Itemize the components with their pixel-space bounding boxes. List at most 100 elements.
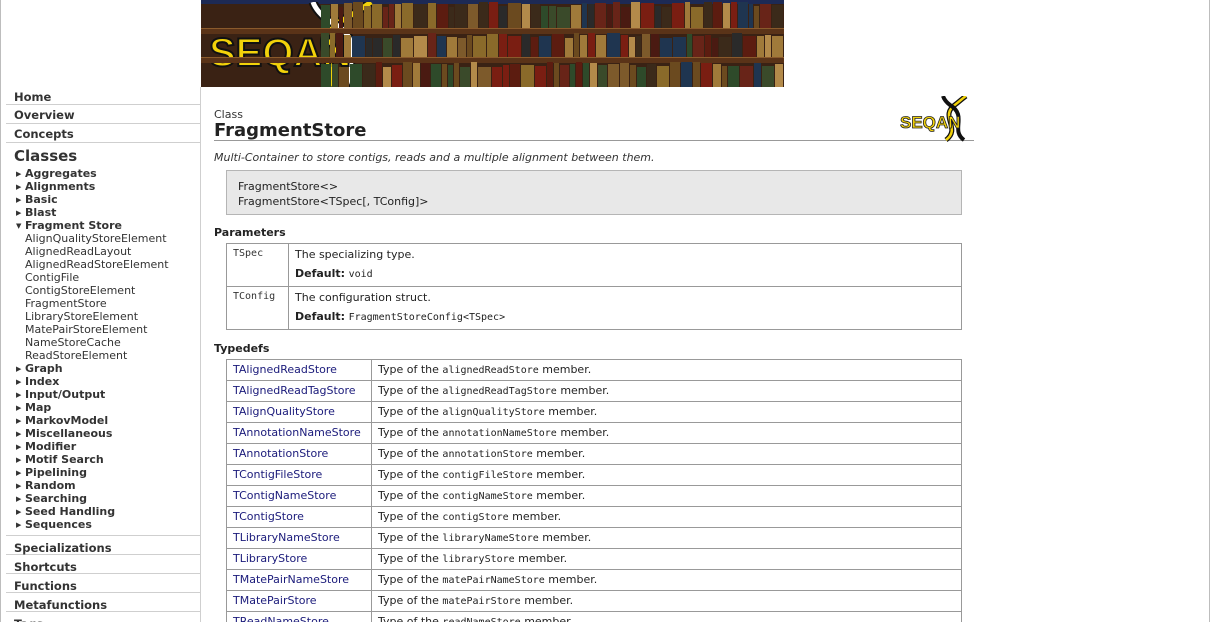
class-group-label: MarkovModel — [25, 414, 109, 427]
class-link[interactable]: NameStoreCache — [16, 336, 200, 349]
class-link[interactable]: AlignQualityStoreElement — [16, 232, 200, 245]
class-group-label: Searching — [25, 492, 88, 505]
typedef-link[interactable]: TAlignedReadStore — [233, 363, 337, 376]
default-label: Default: — [295, 267, 346, 280]
class-link[interactable]: MatePairStoreElement — [16, 323, 200, 336]
parameter-row: TSpec The specializing type. Default: void — [226, 243, 962, 287]
signature-line: FragmentStore<> — [238, 180, 339, 193]
class-group-label: Pipelining — [25, 466, 88, 479]
typedef-row: TAnnotationNameStore Type of the annotati… — [226, 422, 962, 444]
class-group-index[interactable]: ▶ Index — [16, 375, 200, 388]
class-group-basic[interactable]: ▶ Basic — [16, 193, 200, 206]
typedef-row: TLibraryNameStore Type of the libraryName… — [226, 527, 962, 549]
class-group-label: Miscellaneous — [25, 427, 113, 440]
typedef-link[interactable]: TReadNameStore — [233, 615, 329, 622]
typedef-member: libraryStore — [442, 554, 515, 565]
typedef-member: contigNameStore — [442, 491, 533, 502]
sidebar-link-overview[interactable]: Overview — [6, 105, 200, 124]
typedef-row: TAnnotationStore Type of the annotationSt… — [226, 443, 962, 465]
typedef-row: TContigFileStore Type of the contigFileSt… — [226, 464, 962, 486]
parameter-name: TSpec — [226, 243, 289, 287]
parameter-desc-text: The configuration struct. — [295, 291, 431, 304]
class-group-blast[interactable]: ▶ Blast — [16, 206, 200, 219]
typedefs-heading: Typedefs — [214, 342, 270, 355]
parameter-desc-text: The specializing type. — [295, 248, 415, 261]
class-group-fragment-store[interactable]: ▼ Fragment Store — [16, 219, 200, 232]
class-group-alignments[interactable]: ▶ Alignments — [16, 180, 200, 193]
parameter-default: FragmentStoreConfig<TSpec> — [348, 312, 506, 323]
typedef-description: Type of the alignedReadTagStore member. — [371, 380, 962, 402]
typedef-row: TAlignedReadStore Type of the alignedRead… — [226, 359, 962, 381]
typedef-link[interactable]: TContigFileStore — [233, 468, 322, 481]
sidebar-link-metafunctions[interactable]: Metafunctions — [6, 593, 200, 612]
signature-box: FragmentStore<> FragmentStore<TSpec[, TC… — [226, 170, 962, 215]
class-group-graph[interactable]: ▶ Graph — [16, 362, 200, 375]
class-group-miscellaneous[interactable]: ▶ Miscellaneous — [16, 427, 200, 440]
typedef-link[interactable]: TAnnotationStore — [233, 447, 328, 460]
typedef-link[interactable]: TAlignQualityStore — [233, 405, 335, 418]
class-group-label: Alignments — [25, 180, 96, 193]
class-group-sequences[interactable]: ▶ Sequences — [16, 518, 200, 531]
sidebar-link-tags[interactable]: Tags — [6, 612, 200, 622]
typedef-row: TMatePairNameStore Type of the matePairNa… — [226, 569, 962, 591]
typedef-member: alignQualityStore — [442, 407, 545, 418]
sidebar-link-shortcuts[interactable]: Shortcuts — [6, 555, 200, 574]
class-link[interactable]: AlignedReadLayout — [16, 245, 200, 258]
class-link[interactable]: ReadStoreElement — [16, 349, 200, 362]
page-title: FragmentStore — [214, 120, 367, 141]
triangle-right-icon: ▶ — [16, 521, 22, 529]
typedef-link[interactable]: TLibraryStore — [233, 552, 307, 565]
class-group-label: Aggregates — [25, 167, 97, 180]
class-group-input-output[interactable]: ▶ Input/Output — [16, 388, 200, 401]
class-link[interactable]: ContigFile — [16, 271, 200, 284]
class-group-seed-handling[interactable]: ▶ Seed Handling — [16, 505, 200, 518]
svg-text:SEQAN: SEQAN — [900, 113, 960, 132]
classes-heading[interactable]: Classes — [6, 143, 200, 167]
typedef-row: TMatePairStore Type of the matePairStore … — [226, 590, 962, 612]
main-content: Class FragmentStore SEQAN Multi-Containe… — [214, 96, 974, 622]
class-group-label: Sequences — [25, 518, 92, 531]
typedef-description: Type of the libraryNameStore member. — [371, 527, 962, 549]
typedef-link[interactable]: TContigStore — [233, 510, 304, 523]
typedef-member: contigStore — [442, 512, 509, 523]
typedef-link[interactable]: TMatePairStore — [233, 594, 317, 607]
typedef-link[interactable]: TLibraryNameStore — [233, 531, 340, 544]
class-group-label: Seed Handling — [25, 505, 116, 518]
class-group-motif-search[interactable]: ▶ Motif Search — [16, 453, 200, 466]
typedef-description: Type of the annotationStore member. — [371, 443, 962, 465]
sidebar-link-functions[interactable]: Functions — [6, 574, 200, 593]
class-group-random[interactable]: ▶ Random — [16, 479, 200, 492]
typedef-link[interactable]: TContigNameStore — [233, 489, 336, 502]
sidebar-link-specializations[interactable]: Specializations — [6, 536, 200, 555]
typedef-description: Type of the matePairStore member. — [371, 590, 962, 612]
typedef-link[interactable]: TAnnotationNameStore — [233, 426, 361, 439]
typedef-row: TLibraryStore Type of the libraryStore me… — [226, 548, 962, 570]
typedef-link[interactable]: TMatePairNameStore — [233, 573, 349, 586]
typedef-member: contigFileStore — [442, 470, 533, 481]
class-group-aggregates[interactable]: ▶ Aggregates — [16, 167, 200, 180]
parameter-description: The configuration struct. Default: Fragme… — [288, 286, 962, 330]
class-group-pipelining[interactable]: ▶ Pipelining — [16, 466, 200, 479]
parameters-heading: Parameters — [214, 226, 286, 239]
sidebar-link-home[interactable]: Home — [6, 87, 200, 105]
class-link[interactable]: FragmentStore — [16, 297, 200, 310]
typedef-description: Type of the contigNameStore member. — [371, 485, 962, 507]
sidebar-link-concepts[interactable]: Concepts — [6, 124, 200, 143]
class-link[interactable]: AlignedReadStoreElement — [16, 258, 200, 271]
typedef-link[interactable]: TAlignedReadTagStore — [233, 384, 356, 397]
class-group-modifier[interactable]: ▶ Modifier — [16, 440, 200, 453]
typedef-member: matePairNameStore — [442, 575, 545, 586]
class-group-label: Map — [25, 401, 52, 414]
parameter-row: TConfig The configuration struct. Default:… — [226, 286, 962, 330]
class-group-searching[interactable]: ▶ Searching — [16, 492, 200, 505]
class-group-map[interactable]: ▶ Map — [16, 401, 200, 414]
class-group-markovmodel[interactable]: ▶ MarkovModel — [16, 414, 200, 427]
typedef-row: TContigStore Type of the contigStore memb… — [226, 506, 962, 528]
class-link[interactable]: ContigStoreElement — [16, 284, 200, 297]
parameter-description: The specializing type. Default: void — [288, 243, 962, 287]
class-group-label: Random — [25, 479, 76, 492]
class-link[interactable]: LibraryStoreElement — [16, 310, 200, 323]
class-group-label: Graph — [25, 362, 63, 375]
typedefs-table: TAlignedReadStore Type of the alignedRead… — [226, 359, 962, 622]
class-group-label: Motif Search — [25, 453, 104, 466]
